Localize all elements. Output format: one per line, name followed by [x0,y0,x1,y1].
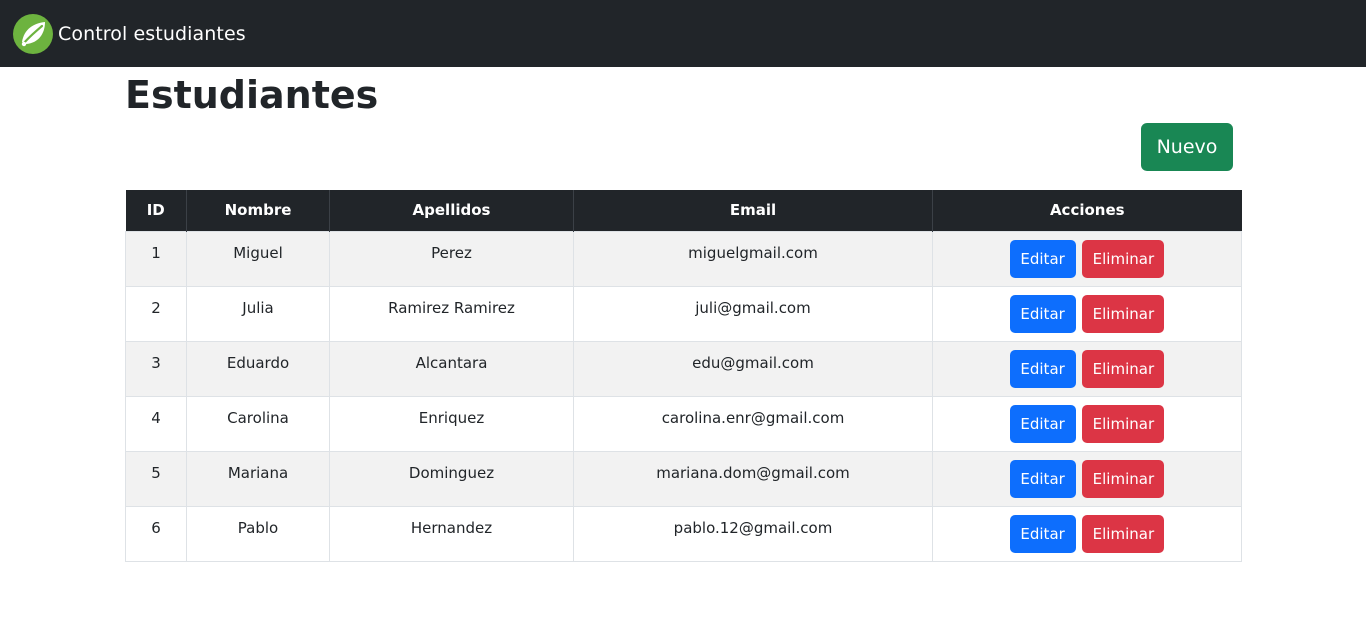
cell-id: 2 [125,285,187,342]
column-header-id: ID [125,190,187,231]
table-row: 2 Julia Ramirez Ramirez juli@gmail.com E… [125,285,1242,342]
navbar-brand[interactable]: Control estudiantes [12,13,246,55]
cell-nombre: Miguel [186,230,330,287]
cell-apellidos: Dominguez [329,450,574,507]
cell-actions: Editar Eliminar [932,395,1242,452]
column-header-acciones: Acciones [932,190,1242,231]
cell-actions: Editar Eliminar [932,285,1242,342]
delete-button[interactable]: Eliminar [1082,239,1165,278]
edit-button[interactable]: Editar [1009,404,1076,443]
edit-button[interactable]: Editar [1009,514,1076,553]
cell-nombre: Pablo [186,505,330,562]
delete-button[interactable]: Eliminar [1082,514,1165,553]
toolbar: Nuevo [125,117,1241,175]
cell-id: 1 [125,230,187,287]
edit-button[interactable]: Editar [1009,294,1076,333]
delete-button[interactable]: Eliminar [1082,459,1165,498]
table-header-row: ID Nombre Apellidos Email Acciones [125,190,1242,231]
column-header-email: Email [573,190,933,231]
column-header-nombre: Nombre [186,190,330,231]
main-container: Estudiantes Nuevo ID Nombre Apellidos Em… [125,67,1242,562]
edit-button[interactable]: Editar [1009,349,1076,388]
cell-id: 6 [125,505,187,562]
cell-nombre: Julia [186,285,330,342]
cell-apellidos: Ramirez Ramirez [329,285,574,342]
cell-email: edu@gmail.com [573,340,933,397]
spring-leaf-icon [12,13,54,55]
new-student-button[interactable]: Nuevo [1141,123,1233,171]
cell-nombre: Eduardo [186,340,330,397]
edit-button[interactable]: Editar [1009,239,1076,278]
cell-id: 4 [125,395,187,452]
table-row: 5 Mariana Dominguez mariana.dom@gmail.co… [125,450,1242,507]
table-row: 1 Miguel Perez miguelgmail.com Editar El… [125,230,1242,287]
top-navbar: Control estudiantes [0,0,1366,67]
cell-nombre: Mariana [186,450,330,507]
students-table: ID Nombre Apellidos Email Acciones 1 Mig… [125,190,1242,562]
table-row: 4 Carolina Enriquez carolina.enr@gmail.c… [125,395,1242,452]
cell-apellidos: Hernandez [329,505,574,562]
cell-apellidos: Alcantara [329,340,574,397]
students-table-wrapper: ID Nombre Apellidos Email Acciones 1 Mig… [125,190,1242,562]
cell-email: mariana.dom@gmail.com [573,450,933,507]
column-header-apellidos: Apellidos [329,190,574,231]
page-title: Estudiantes [125,73,379,117]
cell-apellidos: Enriquez [329,395,574,452]
cell-email: pablo.12@gmail.com [573,505,933,562]
cell-actions: Editar Eliminar [932,505,1242,562]
delete-button[interactable]: Eliminar [1082,349,1165,388]
cell-actions: Editar Eliminar [932,340,1242,397]
edit-button[interactable]: Editar [1009,459,1076,498]
table-row: 3 Eduardo Alcantara edu@gmail.com Editar… [125,340,1242,397]
cell-actions: Editar Eliminar [932,450,1242,507]
cell-nombre: Carolina [186,395,330,452]
cell-email: carolina.enr@gmail.com [573,395,933,452]
cell-id: 3 [125,340,187,397]
cell-apellidos: Perez [329,230,574,287]
cell-actions: Editar Eliminar [932,230,1242,287]
delete-button[interactable]: Eliminar [1082,294,1165,333]
cell-email: miguelgmail.com [573,230,933,287]
cell-email: juli@gmail.com [573,285,933,342]
delete-button[interactable]: Eliminar [1082,404,1165,443]
app-title: Control estudiantes [58,22,246,45]
table-row: 6 Pablo Hernandez pablo.12@gmail.com Edi… [125,505,1242,562]
cell-id: 5 [125,450,187,507]
